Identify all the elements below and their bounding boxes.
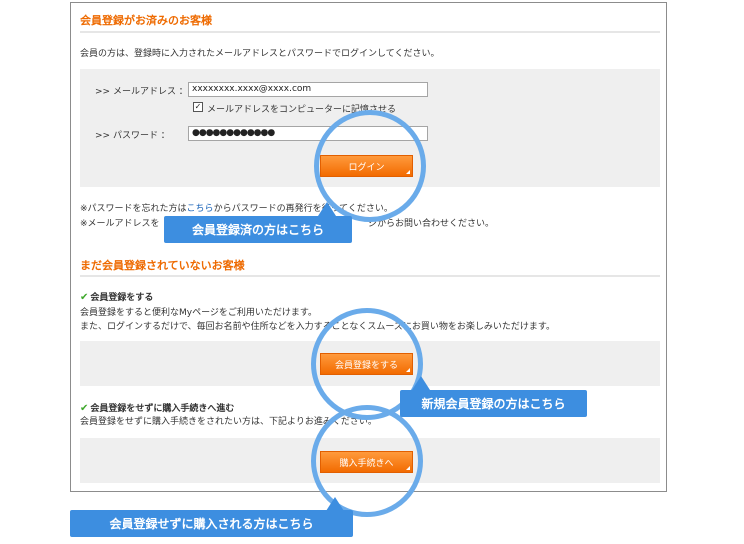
callout-pointer <box>326 497 344 511</box>
remember-email-checkbox[interactable]: ✓ <box>193 102 203 112</box>
password-label: >> パスワード ： <box>95 131 170 141</box>
guest-heading-text: 会員登録をせずに購入手続きへ進む <box>90 404 235 414</box>
callout-member: 会員登録済の方はこちら <box>164 216 352 243</box>
register-heading: ✔ 会員登録をする <box>80 290 153 303</box>
registered-section-title: 会員登録がお済みのお客様 <box>80 14 212 27</box>
forgot-prefix: ※パスワードを忘れた方は <box>80 204 187 214</box>
section-divider <box>80 31 660 33</box>
section-divider-2 <box>80 275 660 277</box>
guest-heading: ✔ 会員登録をせずに購入手続きへ進む <box>80 401 234 414</box>
email-input[interactable]: xxxxxxxx.xxxx@xxxx.com <box>188 82 428 97</box>
register-desc-2: また、ログインするだけで、毎回お名前や住所などを入力することなくスムーズにお買い… <box>80 322 556 332</box>
callout-pointer <box>412 376 430 390</box>
check-icon: ✔ <box>80 403 89 414</box>
forgot-password-link[interactable]: こちら <box>187 204 214 214</box>
email-label: >> メールアドレス ： <box>95 87 188 97</box>
email-note-left: ※メールアドレスを <box>80 219 160 229</box>
callout-new-member: 新規会員登録の方はこちら <box>400 390 587 417</box>
check-icon: ✔ <box>80 292 89 303</box>
login-intro-text: 会員の方は、登録時に入力されたメールアドレスとパスワードでログインしてください。 <box>80 49 440 59</box>
callout-pointer <box>318 202 336 216</box>
callout-guest: 会員登録せずに購入される方はこちら <box>70 510 353 537</box>
register-heading-text: 会員登録をする <box>90 293 154 303</box>
unregistered-section-title: まだ会員登録されていないお客様 <box>80 259 245 272</box>
register-desc-1: 会員登録をすると便利なMyページをご利用いただけます。 <box>80 308 318 318</box>
